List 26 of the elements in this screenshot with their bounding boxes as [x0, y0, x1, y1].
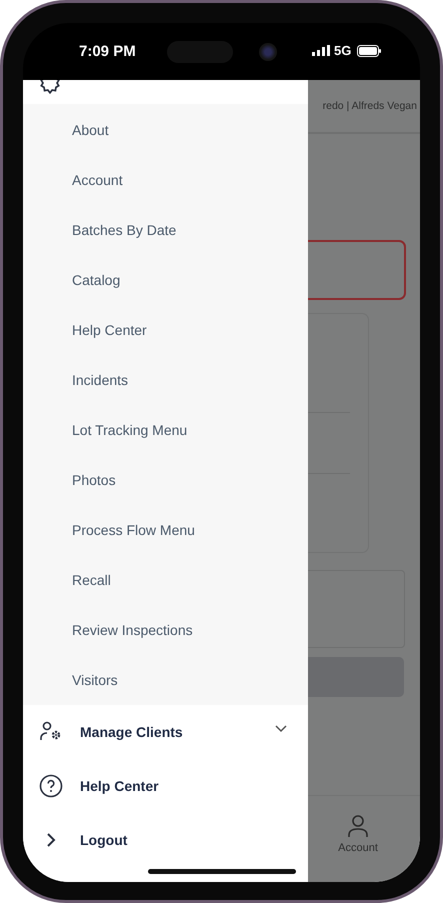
submenu-item[interactable]: About [23, 105, 308, 155]
user-icon [347, 814, 369, 838]
drawer-item[interactable]: Manage Clients [23, 705, 308, 759]
header-text: redo | Alfreds Vegan [322, 100, 417, 112]
drawer-item[interactable]: Logout [23, 813, 308, 867]
submenu-item[interactable]: Account [23, 155, 308, 205]
submenu-item[interactable]: Recall [23, 555, 308, 605]
submenu-item[interactable]: Visitors [23, 655, 308, 705]
submenu-item[interactable]: Help Center [23, 305, 308, 355]
submenu-item[interactable]: Review Inspections [23, 605, 308, 655]
battery-icon [357, 44, 382, 56]
status-time: 7:09 PM [79, 43, 136, 60]
drawer-item-label: Manage Clients [80, 724, 183, 740]
camera-icon [259, 43, 277, 61]
submenu-item[interactable]: Catalog [23, 255, 308, 305]
signal-icon [312, 45, 330, 56]
drawer-item-label: Logout [80, 832, 128, 848]
submenu-item[interactable]: Process Flow Menu [23, 505, 308, 555]
help-icon [39, 774, 63, 798]
drawer-item-label: Help Center [80, 778, 159, 794]
submenu-item[interactable]: Incidents [23, 355, 308, 405]
network-label: 5G [334, 43, 352, 58]
submenu-item[interactable]: Photos [23, 455, 308, 505]
submenu-item[interactable]: Lot Tracking Menu [23, 405, 308, 455]
submenu-item[interactable]: Batches By Date [23, 205, 308, 255]
drawer-item[interactable]: Help Center [23, 759, 308, 813]
